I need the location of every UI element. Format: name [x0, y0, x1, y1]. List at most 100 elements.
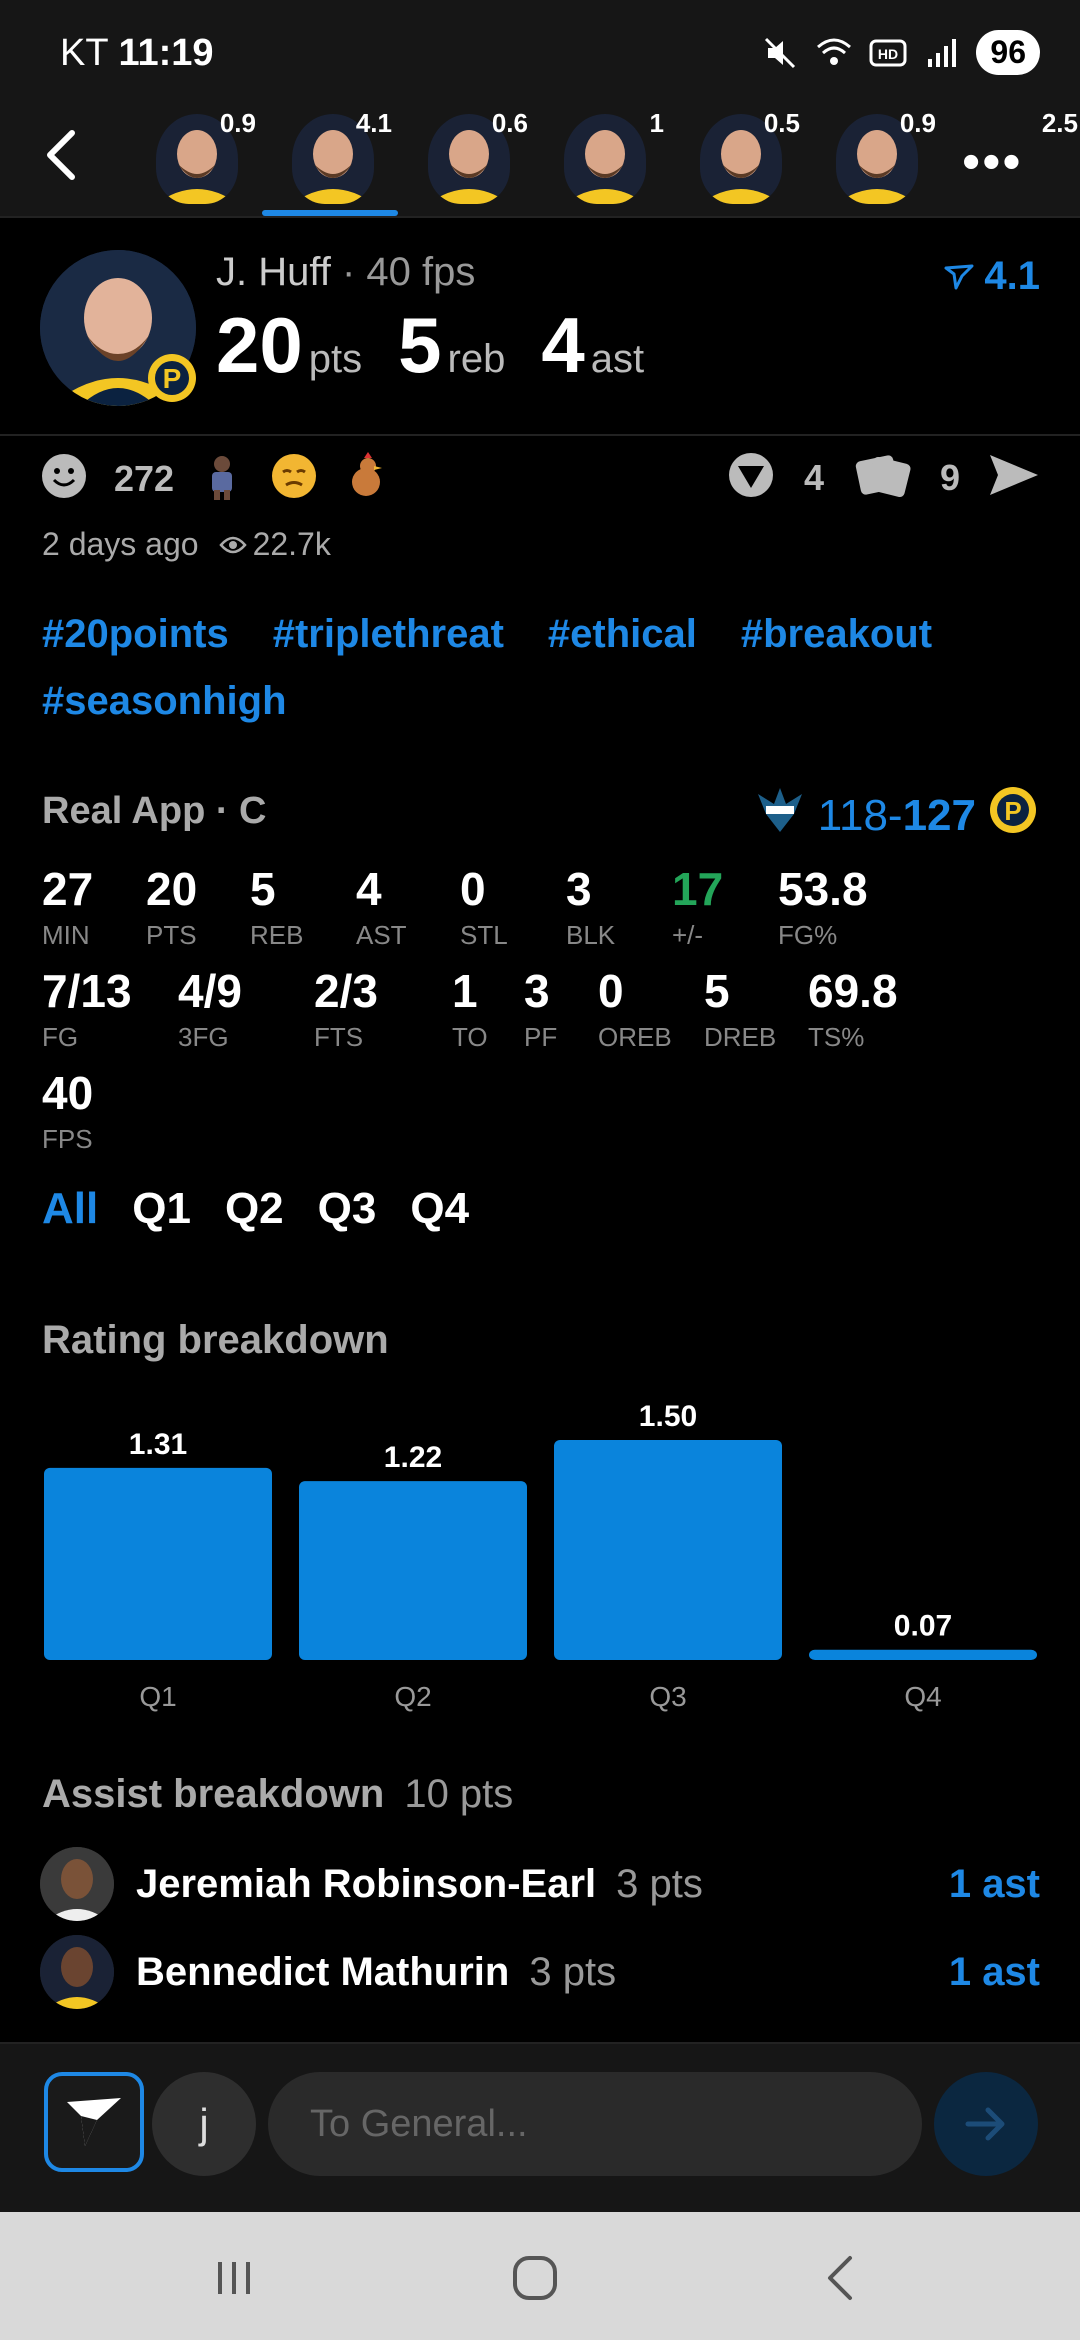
stat-value: 69.8 [808, 965, 898, 1017]
assists-value: 4 [541, 301, 585, 389]
tab-q2[interactable]: Q2 [225, 1184, 284, 1234]
stat-value: 17 [672, 863, 724, 915]
stat-pf: 3 PF [524, 968, 557, 1053]
rebounds-unit: reb [447, 337, 506, 381]
stat-pts: 20 PTS [146, 866, 197, 951]
svg-text:P: P [163, 363, 182, 394]
share-send-icon[interactable] [988, 451, 1040, 504]
stat-label: FPS [42, 1124, 93, 1154]
thumbnail-rating: 0.9 [899, 108, 936, 138]
player-sticker-icon[interactable] [200, 452, 244, 505]
bar-value-label: 0.07 [894, 1610, 952, 1643]
more-options-button[interactable]: ••• [962, 132, 1023, 192]
tab-all[interactable]: All [42, 1184, 98, 1234]
pacers-score-logo-icon: P [988, 785, 1038, 846]
stat-value: 5 [704, 965, 730, 1017]
home-icon [513, 2256, 557, 2300]
away-score: 118 [817, 790, 888, 840]
stat-blk: 3 BLK [566, 866, 615, 951]
tab-q3[interactable]: Q3 [318, 1184, 377, 1234]
chicken-sticker-icon[interactable] [344, 452, 388, 505]
stat-value: 3 [524, 965, 550, 1017]
assist-row[interactable]: Bennedict Mathurin 3 pts 1 ast [40, 1932, 1040, 2012]
stat-label: TO [452, 1022, 488, 1052]
hd-icon: HD [868, 33, 908, 73]
carrier-label: KT [60, 32, 108, 74]
sweat-emoji-icon[interactable] [270, 452, 318, 505]
thumbnail-rating: 0.9 [219, 108, 256, 138]
player-thumbnail-selected[interactable]: 4.1 [284, 108, 392, 208]
stat--: 17 +/- [672, 866, 723, 951]
home-button[interactable] [495, 2250, 575, 2306]
stat-stl: 0 STL [460, 866, 508, 951]
stat-label: FG [42, 1022, 79, 1052]
game-score[interactable]: 118-127 P [754, 784, 1038, 847]
status-carrier-time: KT 11:19 [60, 32, 214, 75]
stat-value: 0 [460, 863, 486, 915]
tab-q1[interactable]: Q1 [132, 1184, 191, 1234]
system-back-button[interactable] [800, 2250, 880, 2306]
hashtag[interactable]: #triplethreat [273, 612, 504, 657]
stat-value: 1 [452, 965, 478, 1017]
stat-label: 3FG [178, 1022, 229, 1052]
views: 22.7k [218, 526, 331, 563]
overall-rating[interactable]: 4.1 [944, 254, 1040, 299]
bar-value-label: 1.22 [384, 1441, 442, 1474]
player-thumbnail[interactable]: 1 [556, 108, 664, 208]
points-value: 20 [216, 301, 303, 389]
player-thumbnail[interactable]: 0.9 [828, 108, 936, 208]
stat-value: 7/13 [42, 965, 132, 1017]
reactions-row: 272 [40, 452, 388, 505]
stat-value: 0 [598, 965, 624, 1017]
hashtag[interactable]: #ethical [548, 612, 697, 657]
send-button[interactable] [934, 2072, 1038, 2176]
prediction-icon[interactable] [726, 450, 776, 505]
assist-total-pts: 10 pts [404, 1772, 514, 1816]
category-label: Q1 [139, 1681, 176, 1712]
points-unit: pts [308, 337, 363, 381]
category-label: Q4 [904, 1681, 941, 1712]
player-thumbnail[interactable]: 0.6 [420, 108, 528, 208]
back-button[interactable] [30, 120, 90, 190]
smile-reaction-icon[interactable] [40, 452, 88, 505]
player-name[interactable]: J. Huff · 40 fps [216, 250, 475, 295]
name-text: J. Huff [216, 250, 331, 294]
stat-label: +/- [672, 920, 704, 950]
tab-q4[interactable]: Q4 [410, 1184, 469, 1234]
bar-q4 [809, 1649, 1037, 1660]
hashtag[interactable]: #20points [42, 612, 229, 657]
assist-count: 1 ast [948, 1861, 1040, 1906]
stat-label: BLK [566, 920, 616, 950]
category-label: Q2 [394, 1681, 431, 1712]
user-avatar-button[interactable]: j [152, 2072, 256, 2176]
message-input[interactable] [268, 2072, 922, 2176]
stat-label: DREB [704, 1022, 777, 1052]
assist-row[interactable]: Jeremiah Robinson-Earl 3 pts 1 ast [40, 1844, 1040, 1924]
hashtag[interactable]: #seasonhigh [42, 679, 287, 724]
svg-text:HD: HD [878, 46, 898, 62]
player-thumbnail[interactable]: 0.5 [692, 108, 800, 208]
mute-icon [760, 33, 800, 73]
rating-value: 4.1 [984, 254, 1040, 298]
app-logo-button[interactable] [44, 2072, 144, 2172]
quarter-tabs: All Q1 Q2 Q3 Q4 [42, 1184, 469, 1234]
assister-name: Jeremiah Robinson-Earl [136, 1861, 597, 1906]
app-logo-icon [67, 2098, 121, 2146]
assist-breakdown-title: Assist breakdown 10 pts [42, 1772, 513, 1817]
stat-value: 20 [146, 863, 198, 915]
assister-pts: 3 pts [616, 1861, 703, 1906]
selected-indicator [262, 210, 398, 216]
recent-apps-button[interactable] [194, 2250, 274, 2306]
stat-label: TS% [808, 1022, 865, 1052]
hashtag[interactable]: #breakout [741, 612, 932, 657]
status-icons: HD 96 [760, 30, 1040, 75]
stat-fts: 2/3 FTS [314, 968, 378, 1053]
cards-icon[interactable] [852, 450, 912, 505]
post-actions: 4 9 [726, 450, 1040, 505]
stat-3fg: 4/9 3FG [178, 968, 242, 1053]
rating-breakdown-title: Rating breakdown [42, 1318, 389, 1362]
stat-label: FTS [314, 1022, 364, 1052]
status-bar: KT 11:19 HD 96 [0, 0, 1080, 100]
player-thumbnail[interactable]: 0.9 [148, 108, 256, 208]
home-score: 127 [902, 790, 976, 840]
